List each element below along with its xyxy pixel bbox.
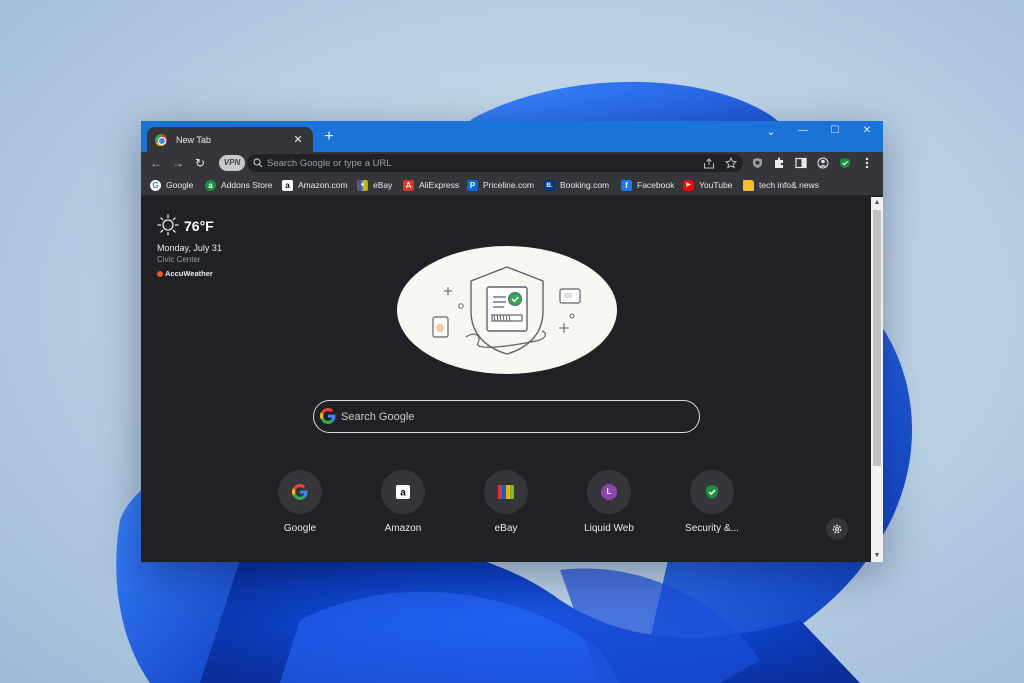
shortcut-security[interactable]: Security &... [672,470,752,534]
accuweather-logo-icon [157,270,163,277]
bookmark-label: eBay [373,180,393,190]
shortcut-label: Liquid Web [584,523,634,534]
google-search-input[interactable] [341,409,681,425]
shortcut-ebay[interactable]: eBay [466,470,546,534]
puzzle-icon[interactable] [771,155,787,171]
bookmark-priceline[interactable]: P Priceline.com [467,178,534,192]
title-bar: New Tab ✕ + ⌄ — ☐ ✕ [141,121,883,152]
bookmark-label: YouTube [699,180,733,190]
browser-window: New Tab ✕ + ⌄ — ☐ ✕ ← → ↻ VPN Search Goo… [141,121,883,562]
reload-button[interactable]: ↻ [192,155,208,171]
customize-settings-button[interactable] [826,518,848,540]
tab-new-tab[interactable]: New Tab ✕ [147,127,313,152]
maximize-button[interactable]: ☐ [825,125,845,136]
bookmark-youtube[interactable]: ▶ YouTube [683,178,732,192]
security-doodle-illustration [397,246,617,374]
bookmark-aliexpress[interactable]: A AliExpress [403,178,459,192]
shortcut-label: Amazon [384,523,422,534]
shortcut-amazon[interactable]: a Amazon [363,470,443,534]
scroll-thumb[interactable] [873,210,881,466]
booking-icon: B. [544,179,555,191]
weather-location: Civic Center [157,255,201,264]
gear-icon [832,524,842,534]
bookmark-label: Addons Store [221,180,273,190]
ebay-icon [498,485,514,499]
vertical-scrollbar[interactable]: ▲ ▼ [871,197,883,562]
sun-icon [157,214,179,236]
weather-temperature: 76°F [184,218,214,234]
priceline-icon: P [467,179,478,191]
search-icon [253,158,263,168]
svg-text:a: a [400,488,406,499]
bookmark-label: tech info& news [759,180,820,190]
share-icon[interactable] [702,158,716,169]
bookmark-label: Google [166,180,194,190]
new-tab-button[interactable]: + [321,129,337,145]
bookmark-label: Priceline.com [483,180,535,190]
liquid-web-letter-icon: L [601,484,617,500]
google-g-icon [320,408,336,424]
accuweather-label: AccuWeather [165,269,213,278]
tab-title: New Tab [176,134,211,145]
shortcut-liquid-web[interactable]: L Liquid Web [569,470,649,534]
chrome-favicon-icon [155,133,167,146]
minimize-button[interactable]: — [793,125,813,136]
star-icon[interactable] [724,157,738,169]
bookmark-booking[interactable]: B. Booking.com [544,178,609,192]
weather-date: Monday, July 31 [157,243,222,253]
folder-icon [743,179,754,191]
shortcut-security-tile [690,470,734,514]
aliexpress-icon: A [403,179,414,191]
vpn-badge-button[interactable]: VPN [219,155,245,171]
shortcut-google[interactable]: Google [260,470,340,534]
shortcut-ebay-tile [484,470,528,514]
bookmark-label: AliExpress [419,180,460,190]
bookmark-google[interactable]: G Google [150,178,193,192]
close-window-button[interactable]: ✕ [857,125,877,136]
vpn-check-icon[interactable] [837,155,853,171]
bookmark-label: Amazon.com [298,180,348,190]
google-search-box[interactable] [313,400,700,433]
bookmark-ebay[interactable]: e eBay [357,178,392,192]
scroll-up-arrow-icon[interactable]: ▲ [871,197,883,209]
scroll-down-arrow-icon[interactable]: ▼ [871,550,883,562]
address-input[interactable] [267,156,687,170]
side-panel-icon[interactable] [793,155,809,171]
bookmarks-bar: G Google a Addons Store a Amazon.com e e… [141,174,883,196]
shortcut-liquid-web-tile: L [587,470,631,514]
shortcut-label: Google [283,523,317,534]
amazon-icon: a [396,485,410,499]
bookmark-label: Facebook [637,180,675,190]
google-icon: G [150,179,161,191]
shortcut-google-tile [278,470,322,514]
new-tab-page: 76°F Monday, July 31 Civic Center AccuWe… [141,197,871,562]
address-bar[interactable] [247,154,743,172]
google-g-icon [292,484,308,500]
amazon-icon: a [282,179,293,191]
tab-search-chevron-icon[interactable]: ⌄ [761,125,781,138]
addons-store-icon: a [205,179,216,191]
youtube-icon: ▶ [683,179,694,191]
ebay-icon: e [357,179,368,191]
bookmark-facebook[interactable]: f Facebook [621,178,674,192]
shortcut-label: eBay [494,523,518,534]
extension-shield-icon[interactable] [749,155,765,171]
menu-icon[interactable] [859,155,875,171]
profile-icon[interactable] [815,155,831,171]
shortcut-amazon-tile: a [381,470,425,514]
back-button[interactable]: ← [148,155,164,171]
accuweather-brand: AccuWeather [157,269,213,278]
shortcut-label: Security &... [685,523,739,534]
tab-close-icon[interactable]: ✕ [291,133,305,146]
bookmark-addons-store[interactable]: a Addons Store [205,178,273,192]
security-shield-icon [706,485,718,499]
bookmark-amazon[interactable]: a Amazon.com [282,178,348,192]
bookmark-label: Booking.com [560,180,610,190]
toolbar: ← → ↻ VPN [141,152,883,174]
facebook-icon: f [621,179,632,191]
forward-button[interactable]: → [170,155,186,171]
bookmark-folder-tech-info[interactable]: tech info& news [743,178,819,192]
